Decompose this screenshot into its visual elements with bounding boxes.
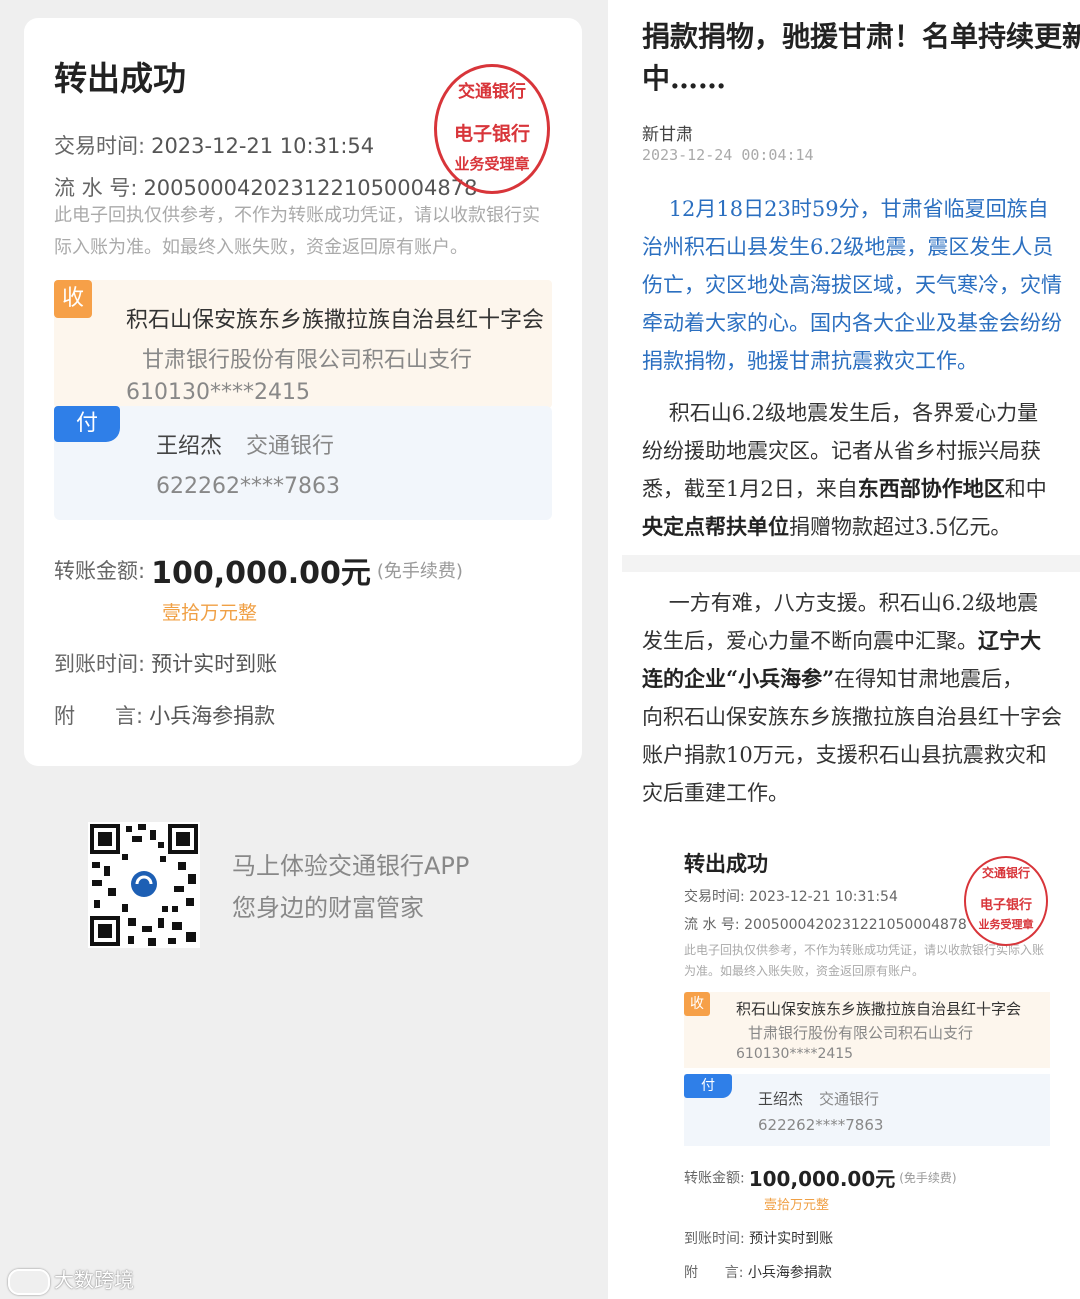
arrival-time-label: 到账时间: xyxy=(54,652,146,676)
serial-number-row: 流 水 号: 2005000420231221050004878 xyxy=(54,172,477,202)
embedded-receiver-account: 610130****2415 xyxy=(736,1046,854,1062)
embedded-payer-tag: 付 xyxy=(684,1074,732,1098)
amount-row: 转账金额: 100,000.00元 (免手续费) xyxy=(54,548,463,592)
right-panel: 捐款捐物，驰援甘肃！名单持续更新中…… 新甘肃 2023-12-24 00:04… xyxy=(622,0,1080,1299)
payer-name-row: 王绍杰 交通银行 xyxy=(156,428,334,460)
watermark: 大数跨境 xyxy=(8,1264,134,1295)
serial-number-label: 流 水 号: xyxy=(54,176,138,200)
fee-note: (免手续费) xyxy=(376,561,463,582)
receipt-title: 转出成功 xyxy=(54,59,186,98)
embedded-receiver-block: 收 积石山保安族东乡族撒拉族自治县红十字会 甘肃银行股份有限公司积石山支行 61… xyxy=(684,992,1050,1068)
article-title: 捐款捐物，驰援甘肃！名单持续更新中…… xyxy=(642,20,1080,95)
payer-account: 622262****7863 xyxy=(156,474,340,499)
watermark-text: 大数跨境 xyxy=(54,1268,134,1292)
embedded-serial-row: 流 水 号: 2005000420231221050004878 xyxy=(684,917,967,933)
promo-line-2: 您身边的财富管家 xyxy=(232,894,424,922)
watermark-logo-icon xyxy=(8,1268,50,1295)
embedded-disclaimer: 此电子回执仅供参考，不作为转账成功凭证，请以收款银行实际入账为准。如最终入账失败… xyxy=(684,943,1045,978)
receiver-block: 收 积石山保安族东乡族撒拉族自治县红十字会 甘肃银行股份有限公司积石山支行 61… xyxy=(54,280,552,408)
embedded-receiver-bank: 甘肃银行股份有限公司积石山支行 xyxy=(748,1024,974,1042)
article-paragraph-3: 一方有难，八方支援。积石山6.2级地震 发生后，爱心力量不断向震中汇聚。辽宁大 … xyxy=(642,591,1062,805)
amount-value: 100,000.00元 xyxy=(151,556,371,591)
memo-label: 附 言: xyxy=(54,704,144,728)
divider xyxy=(608,0,622,1299)
embedded-amount-row: 转账金额: 100,000.00元 (免手续费) xyxy=(684,1167,957,1191)
payer-tag: 付 xyxy=(54,406,120,442)
arrival-time-value: 预计实时到账 xyxy=(151,652,278,676)
memo-value: 小兵海参捐款 xyxy=(149,704,276,728)
transaction-time-label: 交易时间: xyxy=(54,134,146,158)
receiver-account: 610130****2415 xyxy=(126,380,310,405)
promo-line-1: 马上体验交通银行APP xyxy=(232,852,470,880)
embedded-arrival-row: 到账时间: 预计实时到账 xyxy=(684,1231,834,1247)
bank-seal-stamp: 交通银行 电子银行 业务受理章 xyxy=(434,64,550,194)
embedded-time-row: 交易时间: 2023-12-21 10:31:54 xyxy=(684,889,898,905)
embedded-receipt-title: 转出成功 xyxy=(684,852,768,876)
embedded-payer-block: 付 王绍杰 交通银行 622262****7863 xyxy=(684,1074,1050,1146)
article-source: 新甘肃 xyxy=(642,125,693,145)
transaction-time-value: 2023-12-21 10:31:54 xyxy=(151,134,375,158)
receiver-bank: 甘肃银行股份有限公司积石山支行 xyxy=(142,348,473,373)
embedded-receipt-card: 转出成功 交易时间: 2023-12-21 10:31:54 流 水 号: 20… xyxy=(662,828,1060,1299)
receiver-tag: 收 xyxy=(54,280,92,318)
memo-row: 附 言: 小兵海参捐款 xyxy=(54,700,275,730)
embedded-amount-chinese: 壹拾万元整 xyxy=(764,1198,830,1213)
payer-block: 付 王绍杰 交通银行 622262****7863 xyxy=(54,406,552,520)
embedded-receiver-name: 积石山保安族东乡族撒拉族自治县红十字会 xyxy=(736,1000,1022,1018)
arrival-time-row: 到账时间: 预计实时到账 xyxy=(54,648,277,678)
embedded-payer-account: 622262****7863 xyxy=(758,1116,884,1134)
transaction-time-row: 交易时间: 2023-12-21 10:31:54 xyxy=(54,130,374,160)
article-date: 2023-12-24 00:04:14 xyxy=(642,146,814,164)
article-paragraph-1: 12月18日23时59分，甘肃省临夏回族自 治州积石山县发生6.2级地震，震区发… xyxy=(642,197,1062,373)
embedded-payer-name-row: 王绍杰 交通银行 xyxy=(758,1090,880,1108)
payer-bank: 交通银行 xyxy=(246,434,335,459)
amount-chinese: 壹拾万元整 xyxy=(162,602,258,624)
left-panel: 转出成功 交易时间: 2023-12-21 10:31:54 流 水 号: 2005… xyxy=(0,0,608,1299)
article-paragraph-2: 积石山6.2级地震发生后，各界爱心力量 纷纷援助地震灾区。记者从省乡村振兴局获 … xyxy=(642,401,1047,539)
transfer-receipt-card: 转出成功 交易时间: 2023-12-21 10:31:54 流 水 号: 2005… xyxy=(24,18,582,766)
embedded-receiver-tag: 收 xyxy=(684,992,710,1016)
serial-number-value: 2005000420231221050004878 xyxy=(143,176,478,200)
payer-name: 王绍杰 xyxy=(156,434,223,459)
amount-label: 转账金额: xyxy=(54,559,146,583)
qr-code-icon xyxy=(88,822,200,948)
embedded-bank-seal-stamp: 交通银行 电子银行 业务受理章 xyxy=(964,856,1048,946)
embedded-memo-row: 附 言: 小兵海参捐款 xyxy=(684,1265,832,1281)
receiver-name: 积石山保安族东乡族撒拉族自治县红十字会 xyxy=(126,308,545,333)
article-section-top: 捐款捐物，驰援甘肃！名单持续更新中…… 新甘肃 2023-12-24 00:04… xyxy=(622,0,1080,555)
receipt-disclaimer: 此电子回执仅供参考，不作为转账成功凭证，请以收款银行实际入账为准。如最终入账失败… xyxy=(54,205,540,258)
